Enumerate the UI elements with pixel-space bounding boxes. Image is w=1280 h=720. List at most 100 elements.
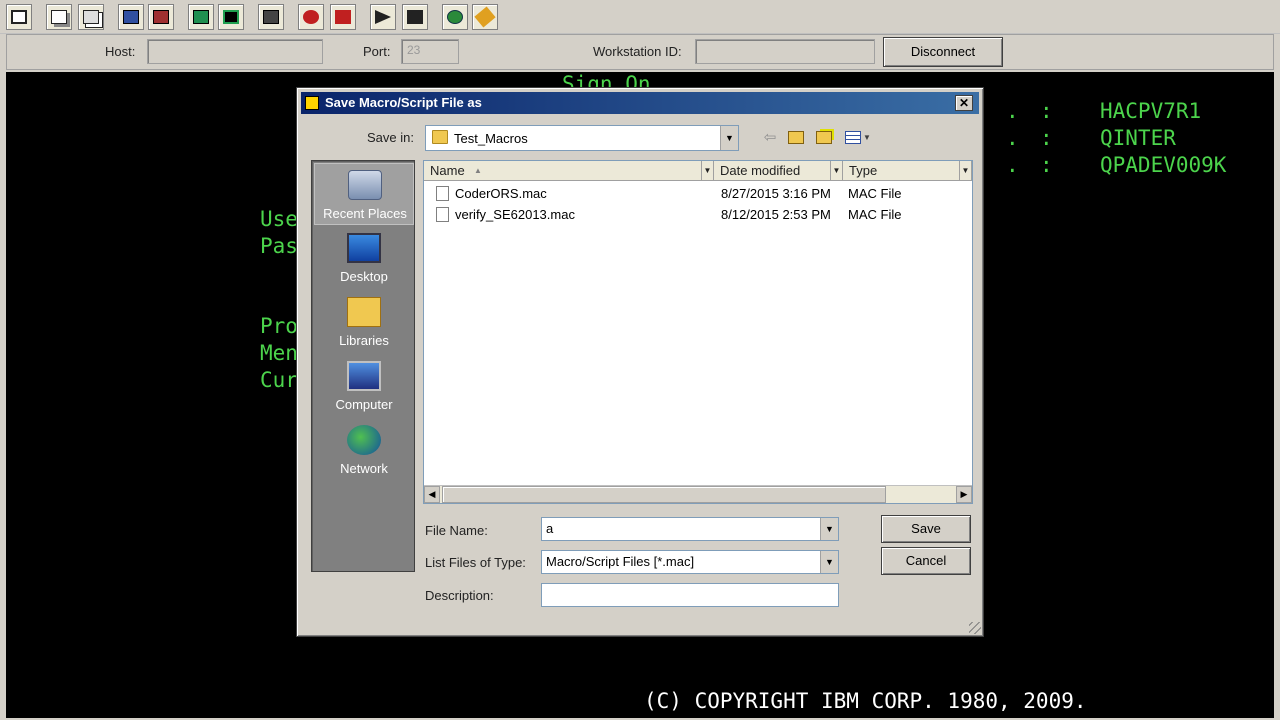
copy-icon[interactable] [46,4,72,30]
system-dot: . [1006,99,1019,123]
chevron-down-icon[interactable]: ▼ [720,126,738,150]
up-folder-icon[interactable] [785,126,807,148]
workstation-id-field[interactable] [695,39,875,64]
libraries-icon [347,297,381,327]
file-type: MAC File [848,207,902,222]
horizontal-scrollbar[interactable]: ◀ ▶ [424,485,972,503]
scroll-left-icon[interactable]: ◀ [424,486,440,503]
toolbar [0,0,1280,34]
workstation-id-label: Workstation ID: [593,44,682,59]
resize-grip-icon[interactable] [969,622,981,634]
save-in-value: Test_Macros [454,131,528,146]
paste-icon[interactable] [78,4,104,30]
dialog-titlebar[interactable]: Save Macro/Script File as ✕ [301,92,979,114]
file-row[interactable]: verify_SE62013.mac 8/12/2015 2:53 PM MAC… [424,204,970,225]
file-date: 8/12/2015 2:53 PM [721,207,831,222]
display-value: QPADEV009K [1100,153,1227,177]
file-type-select[interactable]: Macro/Script Files [*.mac] ▼ [541,550,839,574]
dialog-title: Save Macro/Script File as [325,95,482,110]
chevron-down-icon[interactable]: ▼ [820,551,838,573]
globe-icon[interactable] [442,4,468,30]
computer-icon [347,361,381,391]
display-colon: : [1040,153,1053,177]
connection-bar: Host: Port: 23 Workstation ID: Disconnec… [6,34,1274,70]
place-label: Recent Places [323,206,407,221]
subsystem-value: QINTER [1100,126,1176,150]
place-label: Desktop [340,269,388,284]
system-value: HACPV7R1 [1100,99,1202,123]
macro-step-icon[interactable] [402,4,428,30]
current-library-label: Cur [260,368,298,392]
chevron-down-icon[interactable]: ▼ [820,518,838,540]
print-icon[interactable] [258,4,284,30]
close-button[interactable]: ✕ [955,95,973,111]
save-in-dropdown[interactable]: Test_Macros ▼ [425,125,739,151]
recent-places-icon [348,170,382,200]
file-name: verify_SE62013.mac [455,207,575,222]
scroll-right-icon[interactable]: ▶ [956,486,972,503]
place-label: Libraries [339,333,389,348]
cancel-button[interactable]: Cancel [881,547,971,575]
save-button[interactable]: Save [881,515,971,543]
place-label: Network [340,461,388,476]
place-label: Computer [335,397,393,412]
port-field[interactable]: 23 [401,39,459,64]
display-dot: . [1006,153,1019,177]
play-macro-icon[interactable] [370,4,396,30]
description-input[interactable] [541,583,839,607]
receive-icon[interactable] [148,4,174,30]
user-label: Use [260,207,298,231]
keypad-icon[interactable] [188,4,214,30]
scroll-thumb[interactable] [442,486,886,503]
terminal-emulator-window: Host: Port: 23 Workstation ID: Disconnec… [0,0,1280,720]
send-icon[interactable] [118,4,144,30]
places-bar: Recent Places Desktop Libraries Computer… [311,160,415,572]
column-date-filter-icon[interactable]: ▼ [830,161,842,180]
file-name-value: a [546,521,554,536]
menu-label: Men [260,341,298,365]
display-icon[interactable] [6,4,32,30]
place-network[interactable]: Network [314,419,414,481]
file-type-label: List Files of Type: [425,555,526,570]
place-libraries[interactable]: Libraries [314,291,414,353]
column-type[interactable]: Type ▼ [843,161,972,181]
folder-icon [432,130,448,144]
new-folder-icon[interactable] [813,126,835,148]
column-name[interactable]: Name ▲ ▼ [424,161,714,181]
mac-file-icon [436,186,449,201]
column-type-filter-icon[interactable]: ▼ [959,161,971,180]
column-date-label: Date modified [720,163,801,178]
column-type-label: Type [849,163,878,178]
disconnect-button[interactable]: Disconnect [883,37,1003,67]
port-label: Port: [363,44,391,59]
place-recent-places[interactable]: Recent Places [314,163,414,225]
subsystem-colon: : [1040,126,1053,150]
display-settings-icon[interactable] [218,4,244,30]
edit-macro-icon[interactable] [472,4,498,30]
file-row[interactable]: CoderORS.mac 8/27/2015 3:16 PM MAC File [424,183,970,204]
file-name-label: File Name: [425,523,488,538]
system-colon: : [1040,99,1053,123]
view-menu-icon[interactable]: ▼ [843,126,873,148]
host-label: Host: [105,44,136,59]
program-label: Pro [260,314,298,338]
place-computer[interactable]: Computer [314,355,414,417]
column-name-filter-icon[interactable]: ▼ [701,161,713,180]
file-list[interactable]: Name ▲ ▼ Date modified ▼ Type ▼ CoderORS… [423,160,973,504]
password-label: Pas [260,234,298,258]
host-field[interactable] [147,39,323,64]
file-type: MAC File [848,186,902,201]
desktop-icon [347,233,381,263]
column-date[interactable]: Date modified ▼ [714,161,843,181]
sort-ascending-icon: ▲ [474,166,482,175]
place-desktop[interactable]: Desktop [314,227,414,289]
network-icon [347,425,381,455]
file-name-input[interactable]: a ▼ [541,517,839,541]
stop-macro-icon[interactable] [330,4,356,30]
back-icon[interactable]: ⇦ [759,126,781,148]
file-type-value: Macro/Script Files [*.mac] [546,554,695,569]
subsystem-dot: . [1006,126,1019,150]
record-macro-icon[interactable] [298,4,324,30]
copyright-text: (C) COPYRIGHT IBM CORP. 1980, 2009. [644,689,1087,713]
description-label: Description: [425,588,494,603]
